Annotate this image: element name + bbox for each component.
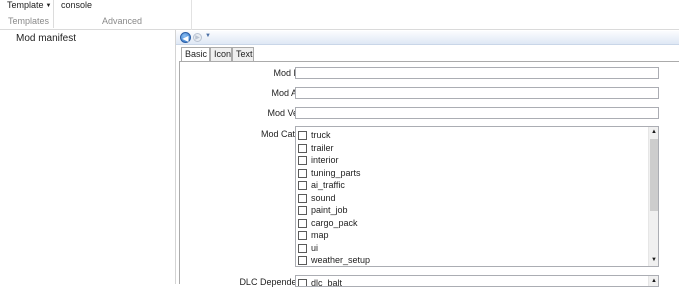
tab-basic[interactable]: Basic bbox=[181, 47, 210, 62]
checkbox[interactable] bbox=[298, 256, 307, 265]
list-item-label: paint_job bbox=[311, 205, 348, 215]
checkbox[interactable] bbox=[298, 169, 307, 178]
checkbox[interactable] bbox=[298, 206, 307, 215]
ribbon-group-templates: Templates bbox=[8, 16, 50, 26]
panel-divider[interactable] bbox=[175, 30, 176, 284]
form-panel: Mod Name: Mod Author: Mod Version: Mod C… bbox=[179, 61, 679, 287]
list-item-label: map bbox=[311, 230, 329, 240]
chevron-down-icon[interactable]: ▼ bbox=[205, 33, 211, 39]
checkbox[interactable] bbox=[298, 131, 307, 140]
list-item-label: cargo_pack bbox=[311, 218, 358, 228]
ribbon-group-divider bbox=[191, 0, 192, 30]
category-scrollbar[interactable]: ▲ ▼ bbox=[648, 127, 658, 266]
checkbox[interactable] bbox=[298, 244, 307, 253]
sidebar-item-mod-manifest[interactable]: Mod manifest bbox=[16, 33, 76, 44]
chevron-down-icon: ▼ bbox=[45, 3, 52, 9]
checkbox[interactable] bbox=[298, 279, 307, 286]
sidebar: Mod manifest bbox=[0, 30, 175, 284]
checkbox[interactable] bbox=[298, 219, 307, 228]
list-item-label: ai_traffic bbox=[311, 180, 345, 190]
mod-version-input[interactable] bbox=[295, 107, 659, 119]
checkbox[interactable] bbox=[298, 181, 307, 190]
scroll-down-icon[interactable]: ▼ bbox=[650, 256, 658, 265]
console-button[interactable]: console bbox=[61, 0, 92, 10]
tab-text[interactable]: Text bbox=[232, 47, 254, 61]
ribbon-group-advanced: Advanced bbox=[102, 16, 143, 26]
scroll-up-icon[interactable]: ▲ bbox=[650, 128, 658, 137]
checkbox[interactable] bbox=[298, 231, 307, 240]
checkbox[interactable] bbox=[298, 144, 307, 153]
checkbox[interactable] bbox=[298, 194, 307, 203]
mod-category-list[interactable]: truck trailer interior tuning_parts ai_t… bbox=[295, 126, 659, 267]
template-label: Template bbox=[7, 0, 44, 10]
ribbon: Template ▼ console Templates Advanced bbox=[0, 0, 679, 30]
list-item-label: tuning_parts bbox=[311, 168, 361, 178]
checkbox[interactable] bbox=[298, 156, 307, 165]
list-item-label: truck bbox=[311, 130, 331, 140]
mod-author-input[interactable] bbox=[295, 87, 659, 99]
scroll-up-icon[interactable]: ▲ bbox=[650, 277, 658, 286]
navigation-bar: ◀ ▶ ▼ bbox=[176, 31, 679, 45]
template-menu-button[interactable]: Template ▼ bbox=[7, 0, 51, 10]
back-arrow-icon[interactable]: ◀ bbox=[180, 32, 191, 43]
list-item-label: weather_setup bbox=[311, 255, 371, 265]
mod-name-input[interactable] bbox=[295, 67, 659, 79]
tab-icon[interactable]: Icon bbox=[210, 47, 232, 61]
list-item-label: interior bbox=[311, 155, 339, 165]
dlc-dependencies-list[interactable]: dlc_balt ▲ bbox=[295, 275, 659, 287]
ribbon-separator bbox=[53, 0, 54, 28]
list-item-label: ui bbox=[311, 243, 319, 253]
list-item-label: dlc_balt bbox=[311, 278, 343, 287]
list-item-label: sound bbox=[311, 193, 336, 203]
dlc-scrollbar[interactable]: ▲ bbox=[648, 276, 658, 286]
forward-arrow-icon[interactable]: ▶ bbox=[193, 33, 202, 42]
list-item-label: trailer bbox=[311, 143, 334, 153]
scrollbar-thumb[interactable] bbox=[650, 139, 658, 211]
